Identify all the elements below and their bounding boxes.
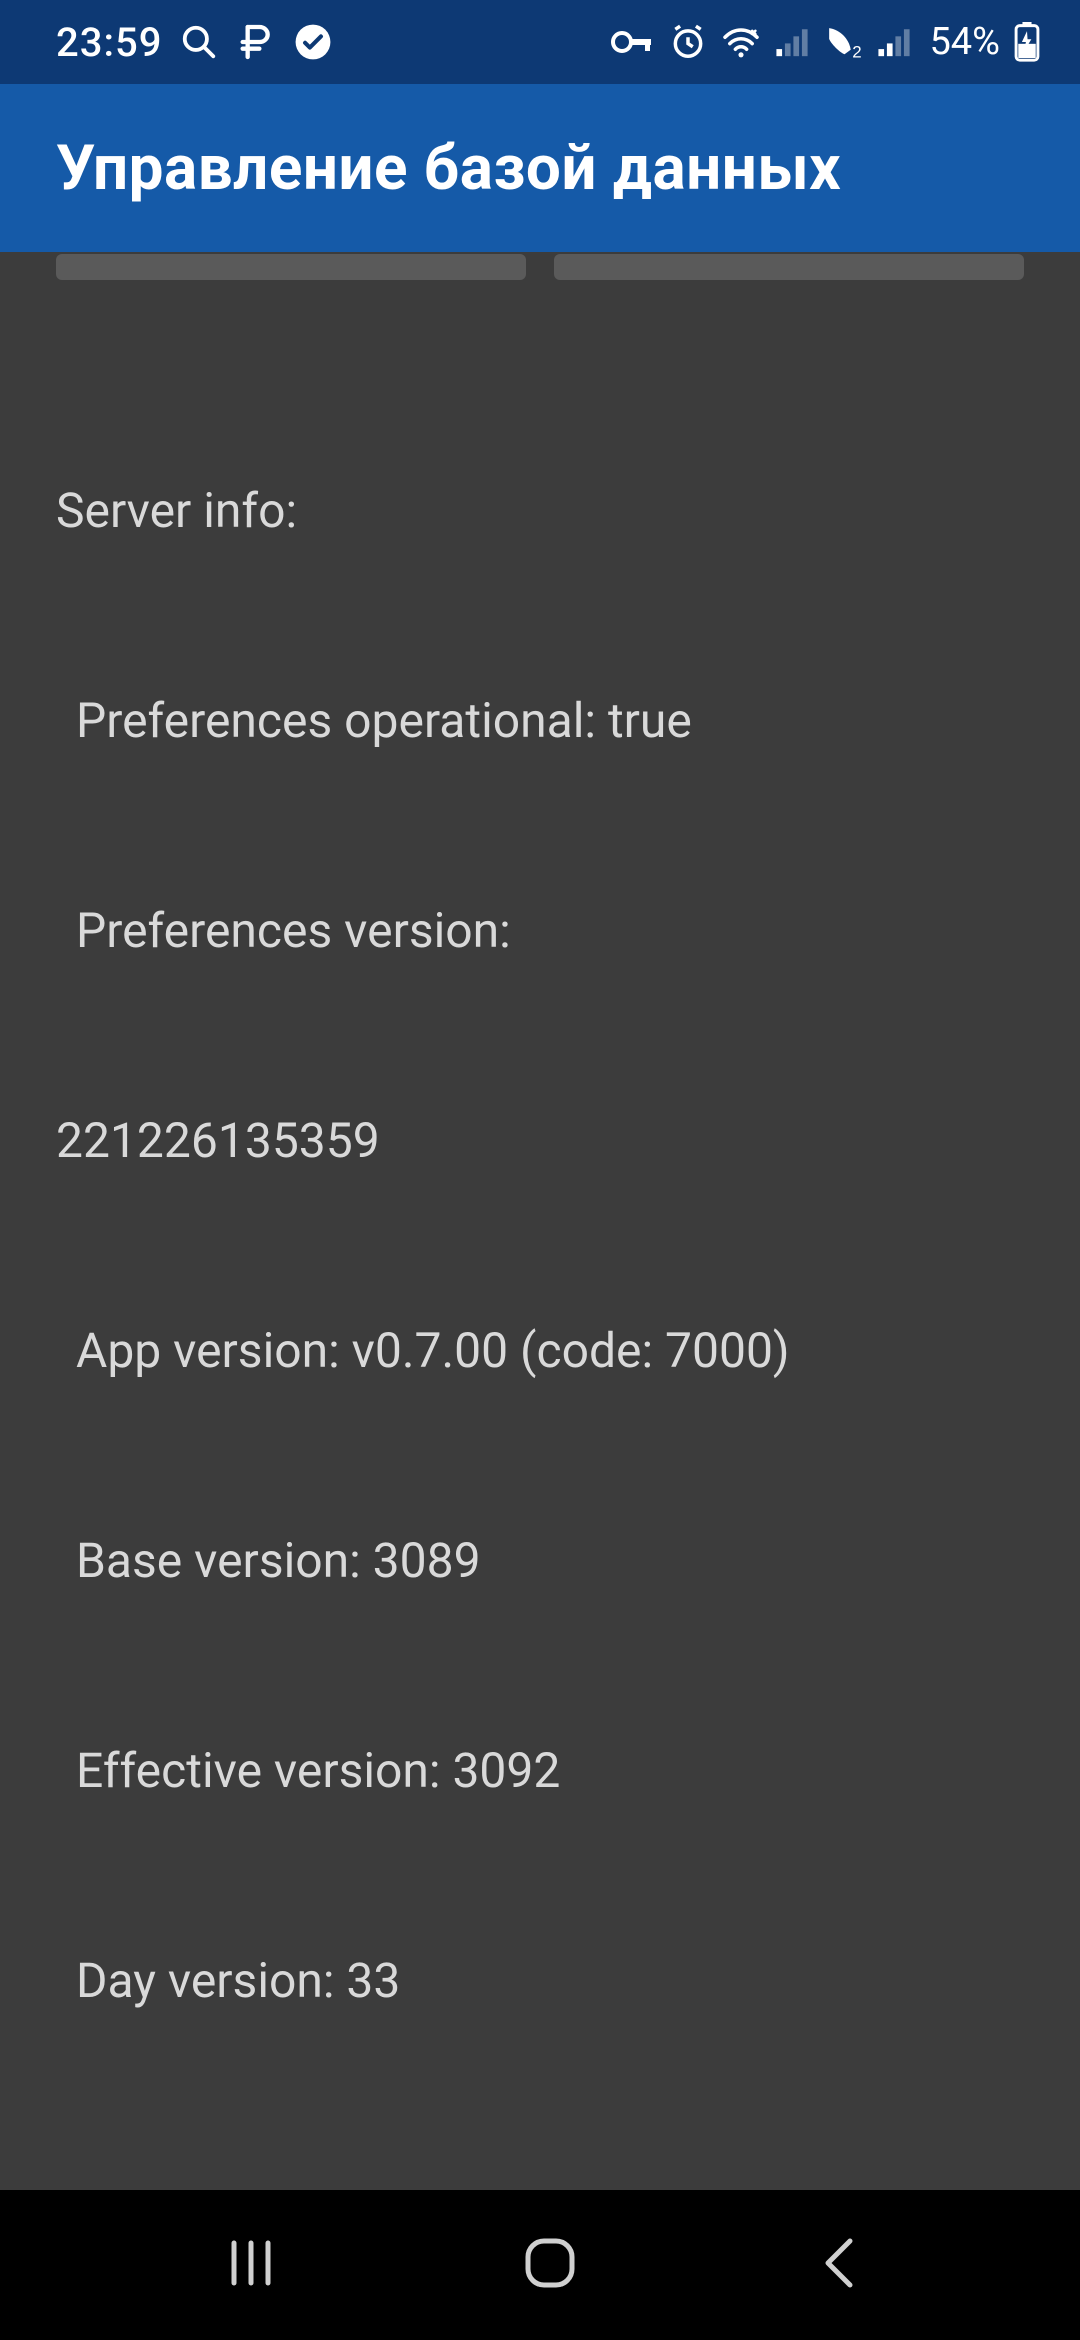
button-row	[56, 252, 1024, 280]
status-bar-left: 23:59	[56, 19, 332, 66]
signal-1-icon	[775, 27, 809, 57]
battery-percentage: 54%	[929, 20, 1000, 64]
server-info-heading: Server info:	[56, 476, 1024, 546]
navigation-bar	[0, 2190, 1080, 2340]
check-circle-icon	[294, 23, 332, 61]
back-button[interactable]	[814, 2233, 864, 2297]
svg-text:2: 2	[853, 42, 862, 61]
recents-button[interactable]	[216, 2233, 286, 2297]
content-area: Server info: Preferences operational: tr…	[0, 252, 1080, 2190]
vpn-key-icon	[611, 27, 655, 57]
info-text-block: Server info: Preferences operational: tr…	[56, 336, 1024, 2190]
server-prefs-version-value: 221226135359	[56, 1106, 1024, 1176]
server-effective-version: Effective version: 3092	[56, 1736, 1024, 1806]
action-button-1[interactable]	[56, 254, 526, 280]
page-title: Управление базой данных	[56, 132, 841, 205]
status-time: 23:59	[56, 19, 162, 66]
signal-2-icon	[877, 27, 911, 57]
action-button-2[interactable]	[554, 254, 1024, 280]
alarm-icon	[669, 23, 707, 61]
call-sim2-icon: 2	[823, 23, 863, 61]
server-base-version: Base version: 3089	[56, 1526, 1024, 1596]
status-bar: 23:59	[0, 0, 1080, 84]
wifi-icon	[721, 26, 761, 58]
ruble-p-icon	[236, 22, 276, 62]
search-icon	[180, 23, 218, 61]
app-bar: Управление базой данных	[0, 84, 1080, 252]
server-prefs-version-label: Preferences version:	[56, 896, 1024, 966]
server-app-version: App version: v0.7.00 (code: 7000)	[56, 1316, 1024, 1386]
status-bar-right: 2 54%	[611, 20, 1040, 64]
home-button[interactable]	[518, 2231, 582, 2299]
server-day-version: Day version: 33	[56, 1946, 1024, 2016]
server-prefs-operational: Preferences operational: true	[56, 686, 1024, 756]
battery-charging-icon	[1014, 22, 1040, 62]
